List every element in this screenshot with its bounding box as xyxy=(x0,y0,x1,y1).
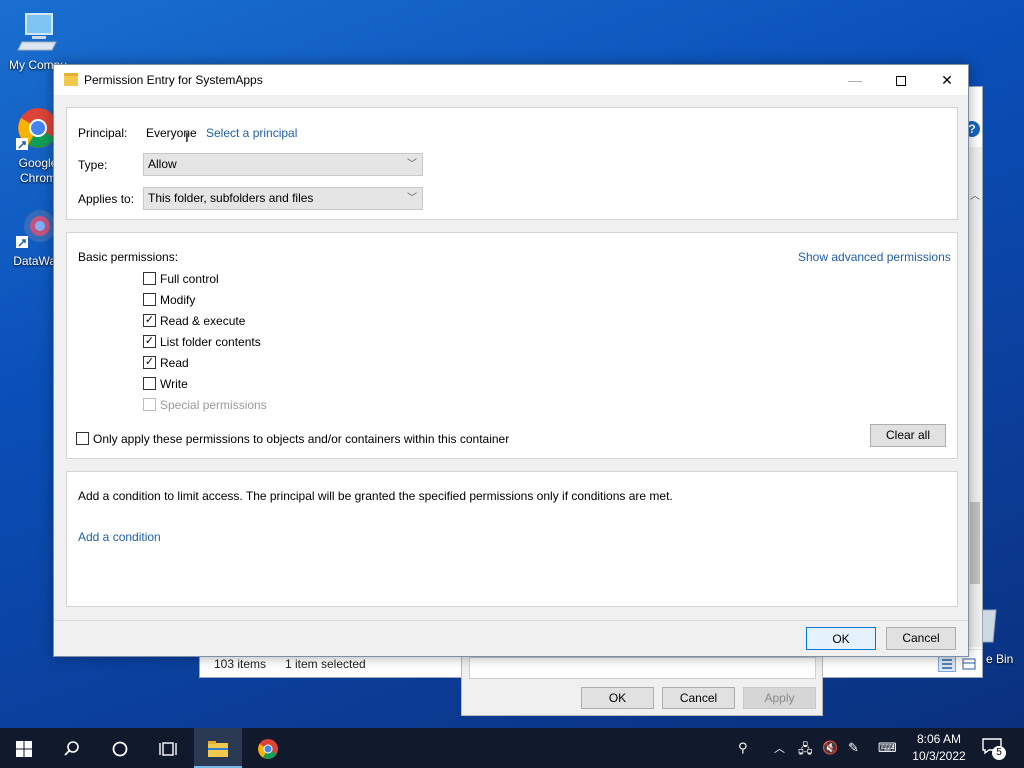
applies-to-label: Applies to: xyxy=(78,192,135,206)
explorer-scrollbar[interactable]: ︿ xyxy=(968,147,982,647)
permission-checkbox-row[interactable]: ✓ Read & execute xyxy=(143,314,245,330)
permissions-panel: Basic permissions: Show advanced permiss… xyxy=(66,232,958,459)
text-cursor-icon: I xyxy=(185,129,189,145)
properties-cancel-button[interactable]: Cancel xyxy=(662,687,735,709)
show-advanced-permissions-link[interactable]: Show advanced permissions xyxy=(798,250,951,264)
only-apply-checkbox-row[interactable]: Only apply these permissions to objects … xyxy=(76,432,509,448)
conditions-panel: Add a condition to limit access. The pri… xyxy=(66,471,958,607)
permission-checkbox[interactable]: ✓ xyxy=(143,356,156,370)
permission-label: Full control xyxy=(160,272,219,286)
permission-checkbox-row: Special permissions xyxy=(143,398,267,414)
people-icon[interactable]: ⚲ xyxy=(738,740,748,756)
only-apply-checkbox[interactable] xyxy=(76,432,89,446)
dialog-titlebar[interactable]: Permission Entry for SystemApps — ✕ xyxy=(54,65,968,95)
pen-workspace-icon[interactable]: ✎ xyxy=(848,740,859,756)
details-view-icon xyxy=(942,659,952,669)
taskbar: ⚲ ︿ 🖧 🔇 ✎ ⌨ 8:06 AM 10/3/2022 5 xyxy=(0,728,1024,768)
large-icons-view-icon xyxy=(962,658,976,670)
permission-label: Write xyxy=(160,377,188,391)
permission-label: Modify xyxy=(160,293,196,307)
details-view-button[interactable] xyxy=(938,656,956,672)
cortana-icon xyxy=(112,741,128,756)
cortana-button[interactable] xyxy=(96,728,144,768)
cancel-button[interactable]: Cancel xyxy=(886,627,956,650)
notification-count-badge: 5 xyxy=(992,746,1006,760)
maximize-button[interactable] xyxy=(878,65,924,95)
applies-to-select-value: This folder, subfolders and files xyxy=(148,191,314,205)
minimize-icon: — xyxy=(848,72,862,88)
permission-label: Read xyxy=(160,356,189,370)
network-icon[interactable]: 🖧 xyxy=(798,740,813,762)
clear-all-button[interactable]: Clear all xyxy=(870,424,946,447)
chevron-down-icon: ﹀ xyxy=(407,159,417,170)
chrome-icon xyxy=(258,738,278,759)
condition-description: Add a condition to limit access. The pri… xyxy=(78,489,673,503)
principal-panel: Principal: Everyone Select a principal T… xyxy=(66,107,958,220)
properties-field xyxy=(469,657,816,679)
file-explorer-icon xyxy=(208,740,228,757)
type-select[interactable]: Allow ﹀ xyxy=(143,153,423,176)
start-button[interactable] xyxy=(0,728,48,768)
principal-value: Everyone xyxy=(146,126,197,140)
chrome-taskbar-button[interactable] xyxy=(244,728,292,768)
footer-separator xyxy=(54,620,968,621)
permission-checkbox[interactable] xyxy=(143,377,156,391)
permission-checkbox-row[interactable]: Modify xyxy=(143,293,195,309)
computer-icon xyxy=(17,13,57,51)
select-principal-link[interactable]: Select a principal xyxy=(206,126,297,140)
search-button[interactable] xyxy=(48,728,96,768)
folder-icon xyxy=(64,73,78,86)
properties-ok-button[interactable]: OK xyxy=(581,687,654,709)
task-view-button[interactable] xyxy=(144,728,192,768)
permission-checkbox[interactable]: ✓ xyxy=(143,314,156,328)
permission-checkbox-row[interactable]: ✓ Read xyxy=(143,356,189,372)
add-condition-link[interactable]: Add a condition xyxy=(78,530,161,544)
file-explorer-taskbar-button[interactable] xyxy=(194,728,242,768)
desktop-icon-label: e Bin xyxy=(986,652,1014,666)
scroll-up-icon[interactable]: ︿ xyxy=(968,187,982,202)
properties-apply-button[interactable]: Apply xyxy=(743,687,816,709)
permission-checkbox-row[interactable]: ✓ List folder contents xyxy=(143,335,261,351)
search-icon xyxy=(64,740,79,756)
permission-checkbox[interactable] xyxy=(143,272,156,286)
clock-time: 8:06 AM xyxy=(916,732,962,746)
permission-entry-dialog: Permission Entry for SystemApps — ✕ Prin… xyxy=(53,64,969,657)
maximize-icon xyxy=(896,76,906,87)
only-apply-label: Only apply these permissions to objects … xyxy=(93,432,510,446)
ok-button[interactable]: OK xyxy=(806,627,876,650)
close-button[interactable]: ✕ xyxy=(924,65,970,95)
selection-status: 1 item selected xyxy=(285,657,366,671)
scrollbar-thumb[interactable] xyxy=(970,502,980,584)
permission-checkbox[interactable] xyxy=(143,293,156,307)
type-label: Type: xyxy=(78,158,108,172)
large-icons-view-button[interactable] xyxy=(960,656,978,672)
principal-label: Principal: xyxy=(78,126,128,140)
basic-permissions-label: Basic permissions: xyxy=(78,250,179,264)
type-select-value: Allow xyxy=(148,157,177,171)
permission-checkbox-row[interactable]: Full control xyxy=(143,272,219,288)
items-count: 103 items xyxy=(214,657,267,671)
dialog-title: Permission Entry for SystemApps xyxy=(84,73,263,87)
ok-button-label: OK xyxy=(832,632,850,646)
volume-muted-icon[interactable]: 🔇 xyxy=(822,740,838,756)
permission-checkbox-row[interactable]: Write xyxy=(143,377,188,393)
permission-checkbox xyxy=(143,398,156,412)
permission-label: Special permissions xyxy=(160,398,267,412)
taskbar-clock[interactable]: 8:06 AM 10/3/2022 xyxy=(904,731,974,765)
permission-checkbox[interactable]: ✓ xyxy=(143,335,156,349)
permission-label: List folder contents xyxy=(160,335,261,349)
permission-label: Read & execute xyxy=(160,314,246,328)
close-icon: ✕ xyxy=(941,72,953,88)
windows-logo-icon xyxy=(16,740,32,757)
properties-window: OK Cancel Apply xyxy=(461,652,823,716)
action-center-button[interactable]: 5 xyxy=(982,738,1006,760)
applies-to-select[interactable]: This folder, subfolders and files ﹀ xyxy=(143,187,423,210)
keyboard-icon[interactable]: ⌨ xyxy=(878,740,897,756)
chevron-down-icon: ﹀ xyxy=(407,193,417,204)
minimize-button[interactable]: — xyxy=(832,65,878,95)
clock-date: 10/3/2022 xyxy=(912,749,966,763)
task-view-icon xyxy=(159,741,177,756)
show-hidden-icons-icon[interactable]: ︿ xyxy=(774,740,785,756)
